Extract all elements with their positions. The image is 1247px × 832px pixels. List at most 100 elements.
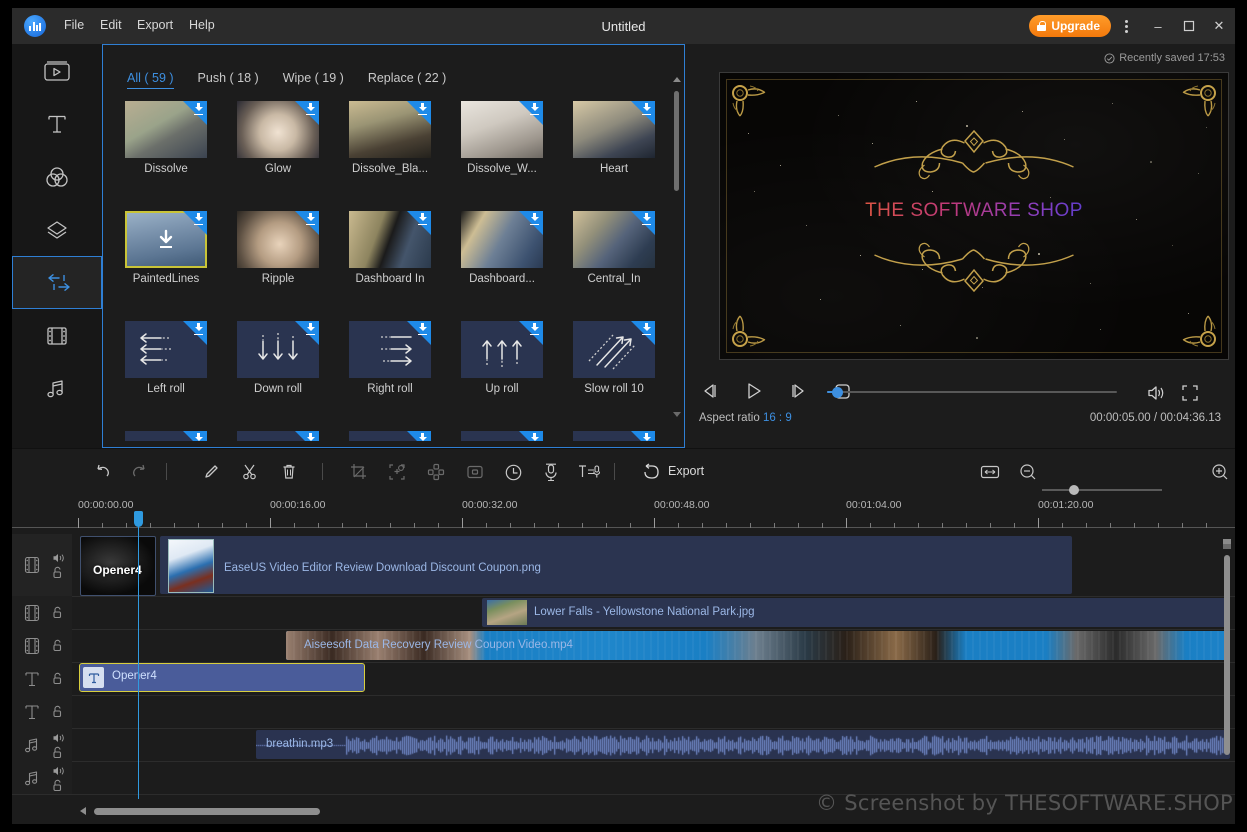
edit-button[interactable] <box>199 459 225 485</box>
transition-item[interactable]: Dashboard... <box>461 211 543 285</box>
timeline-clip[interactable]: EaseUS Video Editor Review Download Disc… <box>160 536 1072 594</box>
download-icon[interactable] <box>305 213 316 225</box>
download-icon[interactable] <box>193 103 204 115</box>
speed-button[interactable] <box>500 459 526 485</box>
download-icon[interactable] <box>305 433 316 441</box>
transition-item[interactable]: Up roll <box>461 321 543 395</box>
download-icon[interactable] <box>529 103 540 115</box>
transition-thumbnail[interactable] <box>125 321 207 378</box>
transition-thumbnail[interactable] <box>237 211 319 268</box>
transition-item[interactable]: Dissolve_W... <box>461 101 543 175</box>
hscroll-left-icon[interactable] <box>80 807 86 815</box>
transition-item[interactable]: Central_In <box>573 211 655 285</box>
transition-item[interactable]: Right roll <box>349 321 431 395</box>
timeline-clip[interactable]: Lower Falls - Yellowstone National Park.… <box>482 598 1230 627</box>
timeline-clip[interactable]: Opener4 <box>80 664 364 691</box>
fit-timeline-button[interactable] <box>977 459 1003 485</box>
volume-knob[interactable] <box>832 387 843 398</box>
transition-thumbnail[interactable] <box>349 431 431 441</box>
download-center-icon[interactable] <box>156 229 176 251</box>
upgrade-button[interactable]: Upgrade <box>1029 15 1111 37</box>
timeline-clip[interactable]: breathin.mp3 <box>256 730 1230 759</box>
transition-item[interactable]: Dashboard In <box>349 211 431 285</box>
scrollbar-thumb[interactable] <box>674 91 679 191</box>
close-button[interactable]: ✕ <box>1203 8 1235 44</box>
timeline-vertical-scrollbar[interactable] <box>1223 539 1231 794</box>
export-icon-button[interactable] <box>638 459 664 485</box>
transition-thumbnail[interactable] <box>573 321 655 378</box>
transition-thumbnail[interactable] <box>461 431 543 441</box>
redo-button[interactable] <box>126 459 152 485</box>
split-button[interactable] <box>237 459 263 485</box>
fullscreen-button[interactable] <box>1179 382 1201 404</box>
sidebar-item-media[interactable] <box>12 44 102 97</box>
transition-thumbnail[interactable] <box>573 431 655 441</box>
track-lock-icon[interactable] <box>52 705 63 723</box>
timeline-ruler[interactable]: 00:00:00.00 00:00:16.00 00:00:32.00 00:00:4… <box>12 494 1235 534</box>
tab-wipe[interactable]: Wipe ( 19 ) <box>283 71 344 89</box>
voiceover-button[interactable] <box>538 459 564 485</box>
zoom-pan-button[interactable] <box>384 459 410 485</box>
video-preview[interactable]: THE SOFTWARE SHOP <box>719 72 1229 360</box>
download-icon[interactable] <box>641 323 652 335</box>
transition-item[interactable]: Slow roll 10 <box>573 321 655 395</box>
download-icon[interactable] <box>529 433 540 441</box>
transition-item[interactable] <box>573 431 655 441</box>
download-icon[interactable] <box>193 433 204 441</box>
sidebar-item-text[interactable] <box>12 97 102 150</box>
transition-item[interactable]: Ripple <box>237 211 319 285</box>
crop-button[interactable] <box>346 459 372 485</box>
transition-thumbnail[interactable] <box>349 101 431 158</box>
playhead-handle[interactable] <box>134 511 143 527</box>
sidebar-item-transitions[interactable] <box>12 256 104 309</box>
transition-thumbnail[interactable] <box>573 211 655 268</box>
tab-all[interactable]: All ( 59 ) <box>127 71 174 89</box>
track-lock-icon[interactable] <box>52 639 63 657</box>
hscrollbar-thumb[interactable] <box>94 808 320 815</box>
play-button[interactable] <box>743 380 765 402</box>
transition-thumbnail[interactable] <box>461 321 543 378</box>
transition-thumbnail[interactable] <box>573 101 655 158</box>
delete-button[interactable] <box>276 459 302 485</box>
transition-item[interactable]: Left roll <box>125 321 207 395</box>
track-lock-icon[interactable] <box>52 779 63 797</box>
zoom-out-button[interactable] <box>1015 459 1041 485</box>
volume-button[interactable] <box>1145 382 1167 404</box>
minimize-button[interactable]: – <box>1142 8 1174 44</box>
more-options-button[interactable] <box>1110 8 1142 44</box>
transition-item[interactable]: PaintedLines <box>125 211 207 285</box>
transition-item[interactable]: Dissolve <box>125 101 207 175</box>
text-to-speech-button[interactable] <box>576 459 602 485</box>
next-frame-button[interactable] <box>787 380 809 402</box>
pip-button[interactable] <box>462 459 488 485</box>
transition-thumbnail[interactable] <box>237 431 319 441</box>
download-icon[interactable] <box>417 433 428 441</box>
transition-thumbnail[interactable] <box>237 101 319 158</box>
download-icon[interactable] <box>417 323 428 335</box>
tracks-scroll-down-icon[interactable] <box>1223 544 1231 549</box>
transition-thumbnail[interactable] <box>125 101 207 158</box>
zoom-in-button[interactable] <box>1207 459 1233 485</box>
track-lock-icon[interactable] <box>52 606 63 624</box>
download-icon[interactable] <box>529 323 540 335</box>
transition-item[interactable]: Down roll <box>237 321 319 395</box>
download-icon[interactable] <box>305 103 316 115</box>
transition-thumbnail[interactable] <box>349 211 431 268</box>
sidebar-item-elements[interactable] <box>12 309 102 362</box>
download-icon[interactable] <box>193 213 204 225</box>
transition-item[interactable] <box>461 431 543 441</box>
download-icon[interactable] <box>193 323 204 335</box>
download-icon[interactable] <box>305 323 316 335</box>
mosaic-button[interactable] <box>423 459 449 485</box>
track-lock-icon[interactable] <box>52 672 63 690</box>
download-icon[interactable] <box>641 103 652 115</box>
transition-item[interactable] <box>349 431 431 441</box>
export-button-label[interactable]: Export <box>668 464 704 478</box>
maximize-button[interactable] <box>1173 8 1205 44</box>
tracks-scrollbar-thumb[interactable] <box>1224 555 1230 755</box>
aspect-ratio-display[interactable]: Aspect ratio 16 : 9 <box>699 412 792 424</box>
transitions-scrollbar[interactable] <box>673 69 680 417</box>
transition-item[interactable] <box>237 431 319 441</box>
undo-button[interactable] <box>90 459 116 485</box>
transition-thumbnail[interactable] <box>461 211 543 268</box>
